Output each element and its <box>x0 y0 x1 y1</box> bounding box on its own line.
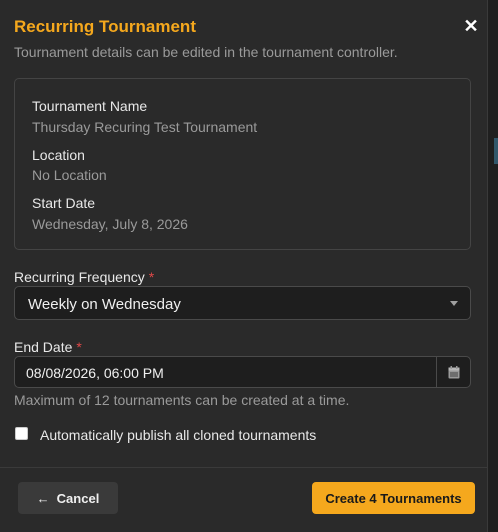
cancel-button[interactable]: ← Cancel <box>18 482 118 514</box>
frequency-label: Recurring Frequency * <box>14 269 155 285</box>
publish-checkbox-label[interactable]: Automatically publish all cloned tournam… <box>40 427 316 443</box>
location-label: Location <box>32 147 85 163</box>
location-value: No Location <box>32 167 107 183</box>
required-marker: * <box>148 269 155 285</box>
start-date-value: Wednesday, July 8, 2026 <box>32 216 188 232</box>
modal-subtitle: Tournament details can be edited in the … <box>14 44 398 60</box>
calendar-icon <box>448 365 459 378</box>
end-date-input[interactable]: 08/08/2026, 06:00 PM <box>14 356 471 388</box>
modal-title: Recurring Tournament <box>14 17 196 36</box>
chevron-down-icon <box>450 301 458 306</box>
max-tournaments-help: Maximum of 12 tournaments can be created… <box>14 392 350 408</box>
frequency-selected-value: Weekly on Wednesday <box>28 296 181 313</box>
close-icon[interactable]: ✕ <box>462 17 480 35</box>
calendar-button[interactable] <box>436 357 470 387</box>
end-date-label: End Date * <box>14 339 82 355</box>
publish-checkbox[interactable] <box>15 427 28 440</box>
frequency-select[interactable]: Weekly on Wednesday <box>14 286 471 320</box>
recurring-tournament-modal: Recurring Tournament ✕ Tournament detail… <box>0 0 488 532</box>
required-marker: * <box>76 339 82 355</box>
end-date-value: 08/08/2026, 06:00 PM <box>26 365 164 381</box>
background-edge <box>494 138 498 164</box>
tournament-name-label: Tournament Name <box>32 98 148 114</box>
tournament-details-card: Tournament Name Thursday Recuring Test T… <box>14 78 471 250</box>
footer-divider <box>0 467 488 468</box>
tournament-name-value: Thursday Recuring Test Tournament <box>32 119 258 135</box>
start-date-label: Start Date <box>32 195 96 211</box>
arrow-left-icon: ← <box>36 490 50 506</box>
create-tournaments-button[interactable]: Create 4 Tournaments <box>312 482 475 514</box>
